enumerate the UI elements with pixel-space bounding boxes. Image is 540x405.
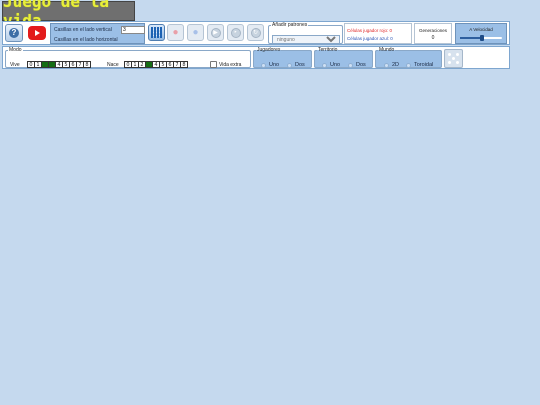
settings-bar: Modo Vive 012345678 Nace 012345678 Vida … <box>2 46 510 69</box>
players-option-dos[interactable]: Dos <box>287 62 305 68</box>
players-legend: Jugadores <box>257 47 281 53</box>
step-icon: ‣ <box>230 27 241 38</box>
generations-panel: Generaciones 0 <box>414 23 452 44</box>
world-option-2d[interactable]: 2D <box>384 62 399 68</box>
blue-cell-count: Células jugador azul: 0 <box>347 36 393 41</box>
vertical-cells-label: Casillas en el lado vertical <box>54 27 112 33</box>
world-legend: Mundo <box>379 47 395 53</box>
patterns-select[interactable]: ninguno <box>272 35 340 44</box>
board-size-panel: Casillas en el lado vertical Casillas en… <box>50 23 145 44</box>
play-icon: ▶ <box>210 27 221 38</box>
world-option-label: Toroidal <box>414 62 434 68</box>
survive-cell-8[interactable]: 8 <box>83 61 91 68</box>
patterns-legend: Añadir patrones <box>272 22 308 28</box>
cell-counts: Células jugador rojo: 0 Células jugador … <box>344 23 412 44</box>
patterns-group: Añadir patrones ninguno <box>268 23 343 44</box>
territory-legend: Territorio <box>318 47 338 53</box>
radio-icon <box>384 62 389 68</box>
checkbox-icon <box>210 61 217 68</box>
play-button[interactable]: ▶ <box>207 24 224 41</box>
speed-label: A Velocidad <box>469 27 493 32</box>
person-blue-icon: ● <box>192 26 199 38</box>
radio-icon <box>406 62 411 68</box>
reset-button[interactable]: ↻ <box>247 24 264 41</box>
players-option-label: Uno <box>269 62 280 68</box>
horizontal-cells-label: Casillas en el lado horizontal <box>54 37 118 43</box>
generations-label: Generaciones <box>418 28 448 33</box>
birth-label: Nace <box>107 62 119 68</box>
person-red-icon: ● <box>172 26 179 38</box>
territory-option-uno[interactable]: Uno <box>322 62 340 68</box>
world-option-label: 2D <box>392 62 400 68</box>
blue-player-button[interactable]: ● <box>187 24 204 41</box>
territory-group: Territorio Uno Dos <box>314 48 373 68</box>
survive-cells: 012345678 <box>27 61 91 68</box>
reset-icon: ↻ <box>250 27 261 38</box>
grid-button[interactable] <box>148 24 165 41</box>
vertical-cells-input[interactable] <box>121 26 145 34</box>
speed-slider[interactable] <box>460 35 502 41</box>
extra-life-checkbox[interactable]: Vida extra <box>210 61 241 68</box>
mode-group: Modo Vive 012345678 Nace 012345678 Vida … <box>5 48 251 68</box>
birth-cells: 012345678 <box>124 61 188 68</box>
world-option-toroidal[interactable]: Toroidal <box>406 62 433 68</box>
youtube-icon[interactable] <box>28 26 46 40</box>
radio-icon <box>322 62 327 68</box>
radio-icon <box>261 62 266 68</box>
speed-panel: A Velocidad <box>455 23 507 44</box>
speed-slider-knob[interactable] <box>479 35 484 41</box>
radio-icon <box>287 62 292 68</box>
world-group: Mundo 2D Toroidal <box>375 48 442 68</box>
survive-label: Vive <box>10 62 20 68</box>
players-option-label: Dos <box>295 62 305 68</box>
random-dice-button[interactable] <box>444 49 463 68</box>
grid-icon <box>151 27 162 38</box>
help-button[interactable]: ? <box>5 24 23 42</box>
territory-option-label: Dos <box>356 62 366 68</box>
step-button[interactable]: ‣ <box>227 24 244 41</box>
territory-option-dos[interactable]: Dos <box>348 62 366 68</box>
red-player-button[interactable]: ● <box>167 24 184 41</box>
territory-option-label: Uno <box>330 62 341 68</box>
extra-life-label: Vida extra <box>219 61 242 68</box>
mode-legend: Modo <box>9 47 22 53</box>
generations-value: 0 <box>431 35 435 41</box>
players-option-uno[interactable]: Uno <box>261 62 279 68</box>
birth-cell-8[interactable]: 8 <box>180 61 188 68</box>
help-icon: ? <box>9 28 19 38</box>
main-toolbar: ? Casillas en el lado vertical Casillas … <box>2 21 510 45</box>
red-cell-count: Células jugador rojo: 0 <box>347 28 393 33</box>
players-group: Jugadores Uno Dos <box>253 48 312 68</box>
speed-slider-fill <box>460 37 482 39</box>
radio-icon <box>348 62 353 68</box>
app-logo: Juego de la vida <box>2 0 135 30</box>
